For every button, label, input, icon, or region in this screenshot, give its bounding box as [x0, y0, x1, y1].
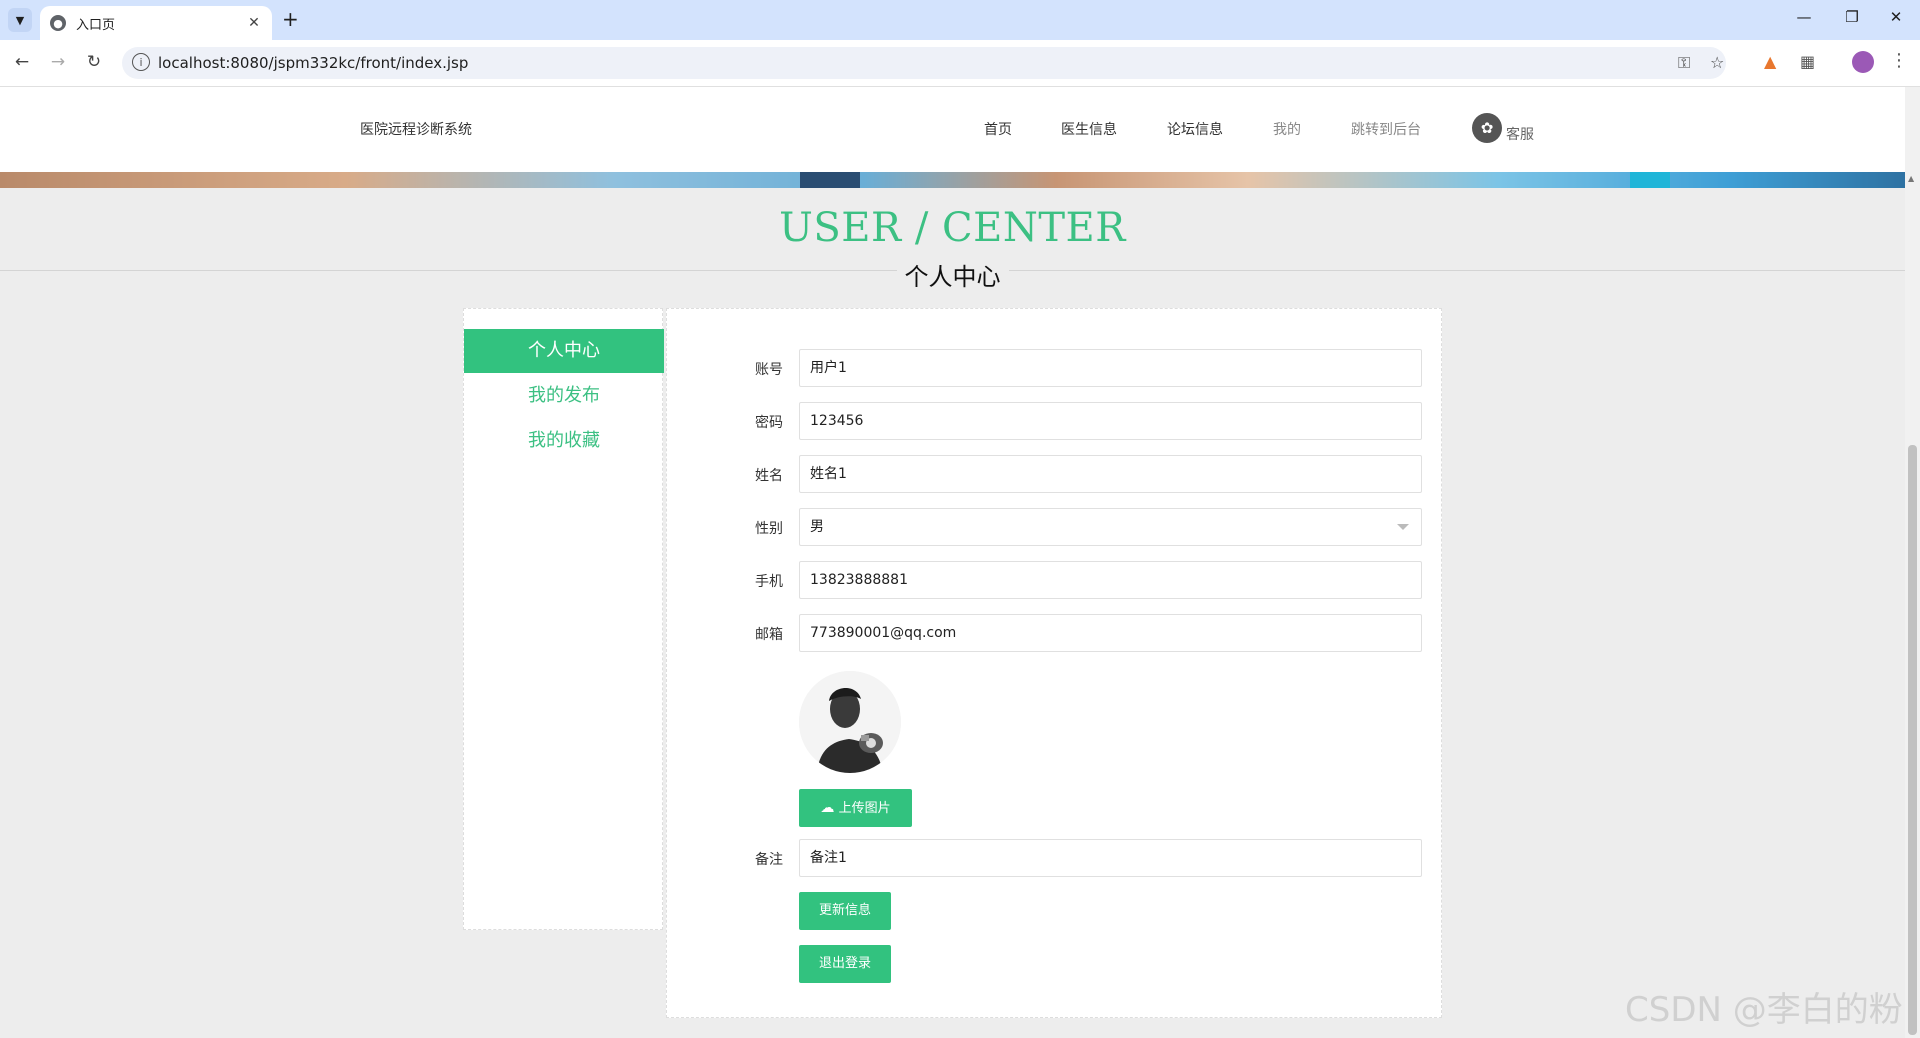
nav-backend[interactable]: 跳转到后台 [1351, 119, 1421, 139]
sidebar-item-favorites[interactable]: 我的收藏 [464, 419, 664, 463]
banner-accent [800, 172, 860, 188]
update-info-button[interactable]: 更新信息 [799, 892, 891, 930]
cloud-upload-icon: ☁ [820, 800, 835, 816]
password-input[interactable]: 123456 [799, 402, 1422, 440]
site-info-icon[interactable]: i [132, 53, 150, 71]
logout-button[interactable]: 退出登录 [799, 945, 891, 983]
site-header: 医院远程诊断系统 首页 医生信息 论坛信息 我的 跳转到后台 ✿ 客服 [0, 87, 1920, 172]
browser-toolbar: ← → ↻ i localhost:8080/jspm332kc/front/i… [0, 40, 1920, 87]
extensions-puzzle-icon[interactable]: ▦ [1800, 52, 1815, 71]
profile-avatar-icon[interactable] [1852, 51, 1874, 73]
phone-input[interactable]: 13823888881 [799, 561, 1422, 599]
restore-icon[interactable]: ❐ [1832, 8, 1872, 26]
nav-mine[interactable]: 我的 [1273, 119, 1301, 139]
forward-arrow-icon[interactable]: → [46, 52, 70, 72]
browser-tab[interactable]: ● 入口页 ✕ [40, 6, 272, 40]
browser-tab-bar: ▼ ● 入口页 ✕ + — ❐ ✕ [0, 0, 1920, 40]
customer-service-link[interactable]: 客服 [1506, 124, 1534, 144]
gender-label: 性别 [755, 521, 783, 537]
gender-select-value: 男 [810, 519, 824, 535]
sidebar-item-profile[interactable]: 个人中心 [464, 329, 664, 373]
tab-title: 入口页 [76, 17, 116, 33]
banner-accent [1630, 172, 1670, 188]
nav-home[interactable]: 首页 [984, 119, 1012, 139]
email-input[interactable]: 773890001@qq.com [799, 614, 1422, 652]
address-url[interactable]: localhost:8080/jspm332kc/front/index.jsp [158, 54, 468, 72]
email-label: 邮箱 [755, 627, 783, 643]
banner-image [0, 172, 1920, 188]
site-brand[interactable]: 医院远程诊断系统 [360, 119, 472, 139]
bookmark-star-icon[interactable]: ☆ [1710, 53, 1724, 72]
chevron-down-icon [1397, 524, 1409, 530]
nav-doctor-info[interactable]: 医生信息 [1061, 119, 1117, 139]
account-label: 账号 [755, 362, 783, 378]
reload-icon[interactable]: ↻ [82, 52, 106, 72]
remark-input[interactable]: 备注1 [799, 839, 1422, 877]
section-title-en: USER / CENTER [779, 205, 1126, 251]
avatar-portrait-icon [799, 671, 901, 773]
upload-image-label: 上传图片 [838, 801, 891, 816]
section-subtitle: 个人中心 [896, 263, 1009, 291]
sidebar-item-my-posts[interactable]: 我的发布 [464, 374, 664, 418]
extension-icon[interactable]: ▲ [1764, 52, 1776, 71]
account-input[interactable]: 用户1 [799, 349, 1422, 387]
user-avatar [799, 671, 901, 773]
tab-search-chevron-icon[interactable]: ▼ [8, 8, 32, 32]
phone-label: 手机 [755, 574, 783, 590]
minimize-icon[interactable]: — [1784, 8, 1824, 26]
profile-form: 账号 用户1 密码 123456 姓名 姓名1 性别 男 手机 13823888… [666, 308, 1442, 1018]
scroll-up-arrow-icon[interactable]: ▲ [1908, 174, 1914, 183]
nav-forum-info[interactable]: 论坛信息 [1167, 119, 1223, 139]
password-label: 密码 [755, 415, 783, 431]
upload-image-button[interactable]: ☁ 上传图片 [799, 789, 912, 827]
user-sidebar: 个人中心 我的发布 我的收藏 [463, 308, 664, 930]
csdn-watermark: CSDN @李白的粉 [1625, 990, 1903, 1030]
page-viewport: 医院远程诊断系统 首页 医生信息 论坛信息 我的 跳转到后台 ✿ 客服 USER… [0, 87, 1920, 1038]
globe-icon: ● [50, 15, 66, 31]
name-input[interactable]: 姓名1 [799, 455, 1422, 493]
scrollbar-thumb[interactable] [1908, 445, 1917, 1035]
password-key-icon[interactable]: ⚿ [1678, 53, 1690, 73]
close-icon[interactable]: ✕ [244, 15, 264, 31]
new-tab-plus-icon[interactable]: + [282, 9, 299, 29]
back-arrow-icon[interactable]: ← [10, 52, 34, 72]
section-title-cn: 个人中心 [0, 257, 1905, 292]
gender-select[interactable]: 男 [799, 508, 1422, 546]
address-bar[interactable]: i localhost:8080/jspm332kc/front/index.j… [122, 47, 1726, 79]
remark-label: 备注 [755, 852, 783, 868]
browser-menu-icon[interactable]: ⋮ [1890, 50, 1908, 71]
name-label: 姓名 [755, 468, 783, 484]
wechat-icon[interactable]: ✿ [1472, 113, 1502, 143]
window-close-icon[interactable]: ✕ [1876, 8, 1916, 26]
